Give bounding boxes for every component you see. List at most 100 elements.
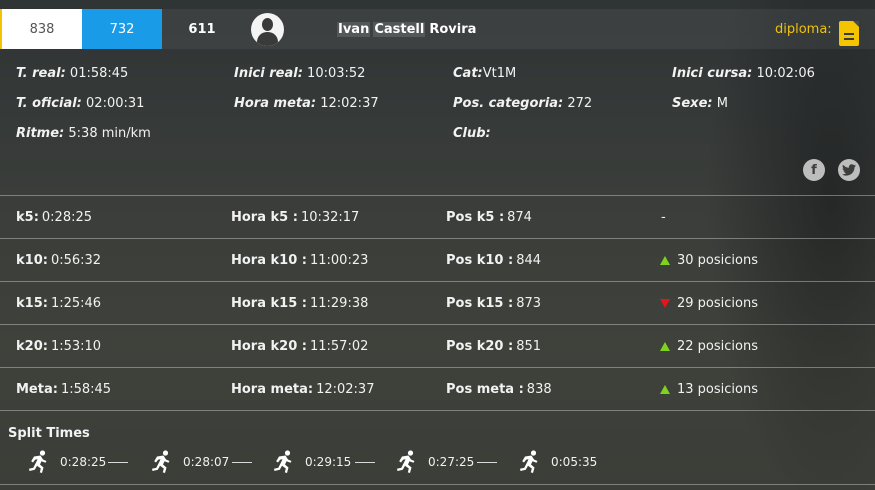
diploma-link[interactable]: diploma: <box>775 9 832 49</box>
table-row: k20: 1:53:10 Hora k20 :11:57:02 Pos k20 :85… <box>0 324 875 367</box>
info-t-real: T. real: 01:58:45 <box>16 66 128 81</box>
pos-categoria-label: Pos. categoria: <box>453 96 564 111</box>
ritme-label: Ritme: <box>16 126 65 141</box>
checkpoint-hour-label: Hora k10 : <box>231 253 307 268</box>
checkpoint-position-value: 873 <box>516 296 542 311</box>
table-row: k15: 1:25:46 Hora k15 :11:29:38 Pos k15 :87… <box>0 281 875 324</box>
avatar-head-shape <box>262 18 273 31</box>
inici-real-label: Inici real: <box>234 66 303 81</box>
checkpoint-position-label: Pos k10 : <box>446 253 514 268</box>
runner-icon <box>274 450 292 473</box>
runner-icon <box>520 450 538 473</box>
checkpoint-position-label: Pos k20 : <box>446 339 514 354</box>
table-row: k5: 0:28:25 Hora k5 :10:32:17 Pos k5 :874 - <box>0 195 875 238</box>
split-time-value: 0:28:25 <box>41 210 93 225</box>
facebook-icon[interactable]: f <box>803 159 825 181</box>
cat-value: Vt1M <box>482 66 517 81</box>
split-time-value: 1:58:45 <box>60 382 112 397</box>
hora-meta-value: 12:02:37 <box>320 96 379 111</box>
checkpoint-table: k5: 0:28:25 Hora k5 :10:32:17 Pos k5 :874- k… <box>0 195 875 410</box>
position-change-cell: - <box>661 196 666 239</box>
position-change-cell: 22 posicions <box>660 325 758 368</box>
split-time-item-value: 0:05:35 <box>551 455 598 469</box>
checkpoint-hour-label: Hora k15 : <box>231 296 307 311</box>
split-time-label: k10: <box>16 253 48 268</box>
inici-cursa-value: 10:02:06 <box>756 66 815 81</box>
hora-meta-label: Hora meta: <box>234 96 317 111</box>
runner-icon <box>152 450 170 473</box>
ritme-value: 5:38 min/km <box>68 126 151 141</box>
info-ritme: Ritme: 5:38 min/km <box>16 126 151 141</box>
t-real-label: T. real: <box>16 66 66 81</box>
sexe-label: Sexe: <box>672 96 713 111</box>
split-time-label: Meta: <box>16 382 58 397</box>
checkpoint-hour-label: Hora k5 : <box>231 210 298 225</box>
trend-up-icon <box>660 256 670 265</box>
checkpoint-position-cell: Pos k5 :874 <box>446 196 532 239</box>
info-inici-cursa: Inici cursa: 10:02:06 <box>672 66 815 81</box>
table-row: Meta: 1:58:45 Hora meta: 12:02:37 Pos meta :… <box>0 367 875 410</box>
split-time-item: 0:28:25 <box>28 449 106 475</box>
runner-icon <box>397 450 415 473</box>
info-t-oficial: T. oficial: 02:00:31 <box>16 96 144 111</box>
pos-categoria-value: 272 <box>567 96 593 111</box>
position-change-value: 22 posicions <box>677 339 758 354</box>
info-pos-categoria: Pos. categoria: 272 <box>453 96 592 111</box>
split-time-label: k5: <box>16 210 39 225</box>
checkpoint-hour-cell: Hora k20 :11:57:02 <box>231 325 368 368</box>
tab-position-general[interactable]: 838 <box>2 9 82 49</box>
info-sexe: Sexe: M <box>672 96 728 111</box>
info-hora-meta: Hora meta: 12:02:37 <box>234 96 379 111</box>
checkpoint-hour-value: 11:29:38 <box>309 296 369 311</box>
split-separator <box>355 462 375 463</box>
doc-line-2 <box>844 38 854 40</box>
checkpoint-hour-cell: Hora k15 :11:29:38 <box>231 282 368 325</box>
checkpoint-position-value: 838 <box>526 382 552 397</box>
twitter-icon[interactable] <box>838 159 860 181</box>
checkpoint-position-value: 851 <box>516 339 542 354</box>
split-time-item-value: 0:27:25 <box>428 455 475 469</box>
split-time-value: 0:56:32 <box>50 253 102 268</box>
split-times-section: Split Times 0:28:25 0:28:07 0:29:15 0:27:25… <box>0 410 875 485</box>
position-change-value: 13 posicions <box>677 382 758 397</box>
tab-position-other[interactable]: 611 <box>162 9 242 49</box>
split-time-cell: k20: 1:53:10 <box>16 325 101 368</box>
doc-line-1 <box>844 33 854 35</box>
checkpoint-hour-cell: Hora k5 :10:32:17 <box>231 196 359 239</box>
checkpoint-hour-label: Hora meta: <box>231 382 314 397</box>
split-times-title: Split Times <box>8 426 90 441</box>
split-time-cell: k5: 0:28:25 <box>16 196 92 239</box>
position-change-cell: 13 posicions <box>660 368 758 411</box>
cat-label: Cat: <box>453 66 483 81</box>
split-time-cell: k10: 0:56:32 <box>16 239 101 282</box>
runner-last-name-2: Rovira <box>429 21 477 37</box>
runner-name: Ivan Castell Rovira <box>337 9 477 49</box>
tab-bib-number[interactable]: 732 <box>82 9 162 49</box>
checkpoint-position-label: Pos k5 : <box>446 210 505 225</box>
twitter-bird-icon <box>842 164 856 176</box>
checkpoint-position-label: Pos k15 : <box>446 296 514 311</box>
info-club: Club: <box>453 126 491 141</box>
trend-up-icon <box>660 342 670 351</box>
split-time-label: k20: <box>16 339 48 354</box>
split-time-item: 0:28:07 <box>151 449 229 475</box>
info-inici-real: Inici real: 10:03:52 <box>234 66 365 81</box>
diploma-document-icon[interactable] <box>839 21 859 46</box>
split-separator <box>477 462 497 463</box>
checkpoint-hour-value: 12:02:37 <box>316 382 375 397</box>
position-change-value: - <box>661 210 666 225</box>
checkpoint-position-value: 874 <box>507 210 532 225</box>
checkpoint-hour-value: 11:57:02 <box>309 339 369 354</box>
runner-last-name-1: Castell <box>373 21 426 37</box>
checkpoint-position-cell: Pos k15 :873 <box>446 282 541 325</box>
split-time-item: 0:29:15 <box>273 449 351 475</box>
checkpoint-hour-cell: Hora meta: 12:02:37 <box>231 368 374 411</box>
table-row: k10: 0:56:32 Hora k10 :11:00:23 Pos k10 :84… <box>0 238 875 281</box>
split-time-value: 1:25:46 <box>50 296 102 311</box>
split-separator <box>232 462 252 463</box>
checkpoint-position-cell: Pos k10 :844 <box>446 239 541 282</box>
t-oficial-value: 02:00:31 <box>86 96 145 111</box>
checkpoint-position-label: Pos meta : <box>446 382 524 397</box>
split-time-item: 0:27:25 <box>396 449 474 475</box>
checkpoint-position-cell: Pos k20 :851 <box>446 325 541 368</box>
